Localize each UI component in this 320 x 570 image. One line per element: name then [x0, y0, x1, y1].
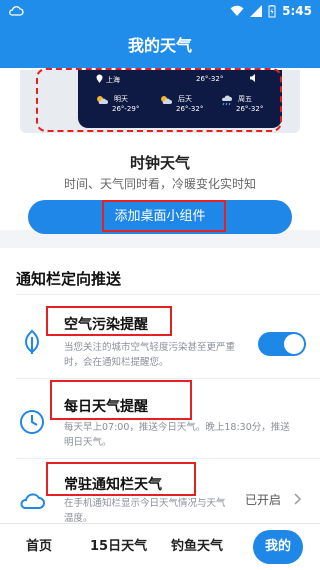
section-title: 通知栏定向推送: [16, 270, 122, 288]
widget-promo-card: 上海 26°-32° 明天 26°-29° 后天 26°-32° 周五 26°-…: [0, 68, 320, 234]
widget-title: 时钟天气: [129, 154, 190, 172]
highlight-box: [50, 380, 192, 420]
cloud-icon: [9, 6, 24, 16]
battery-icon: [268, 4, 276, 17]
persistent-weather-state[interactable]: 已开启: [245, 491, 281, 508]
bottom-tab-bar: 首页 15日天气 钓鱼天气 我的: [0, 523, 320, 570]
tab-home[interactable]: 首页: [26, 524, 52, 570]
notification-section: 通知栏定向推送 空气污染提醒 当您关注的城市空气轻度污染甚至更严重时，会在通知栏…: [0, 248, 320, 524]
highlight-box: [46, 462, 196, 496]
toggle-knob: [284, 334, 304, 354]
highlight-box: [46, 306, 172, 336]
tab-fishing[interactable]: 钓鱼天气: [171, 524, 223, 570]
divider: [16, 294, 320, 295]
signal-icon: [250, 5, 263, 17]
highlight-box: [102, 200, 226, 232]
cloud-icon: [20, 493, 45, 509]
widget-desc: 时间、天气同时看，冷暖变化实时知: [63, 177, 256, 191]
status-time: 5:45: [282, 4, 312, 18]
row-desc-persistent-weather: 在手机通知栏显示今日天气情况与天气温度。: [64, 498, 226, 524]
divider: [16, 458, 320, 459]
highlight-box: [36, 68, 282, 132]
clock-icon: [20, 410, 44, 434]
leaf-icon: [25, 329, 39, 354]
row-desc-daily-weather: 每天早上07:00，推送今日天气。晚上18:30分，推送明日天气。: [64, 422, 290, 448]
divider: [16, 378, 320, 379]
row-desc-air-pollution: 当您关注的城市空气轻度污染甚至更严重时，会在通知栏提醒您。: [64, 342, 236, 368]
tab-15-day[interactable]: 15日天气: [90, 524, 147, 570]
status-bar: 5:45: [0, 0, 320, 24]
tab-mine[interactable]: 我的: [253, 530, 303, 564]
wifi-icon: [230, 5, 244, 16]
chevron-right-icon[interactable]: [294, 493, 302, 505]
page-title: 我的天气: [0, 24, 320, 68]
air-pollution-toggle[interactable]: [258, 332, 306, 356]
